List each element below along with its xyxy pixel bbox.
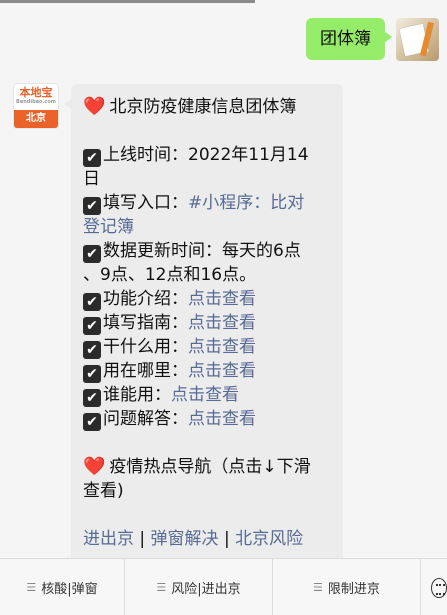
nav-title-cont: 查看) [83, 481, 124, 501]
checkbox-icon: ✔ [83, 197, 101, 215]
item-label: 填写指南： [103, 313, 188, 333]
menu-lines-icon: ☰ [156, 581, 167, 594]
nav-link-tanchuang[interactable]: 弹窗解决 [151, 529, 219, 549]
menu-item-risk[interactable]: ☰ 风险|进出京 [125, 559, 273, 615]
entry-link-cont[interactable]: 登记簿 [83, 215, 331, 239]
menu-lines-icon: ☰ [26, 581, 37, 594]
nav-link-risk[interactable]: 北京风险 [235, 529, 303, 549]
top-image-strip [0, 0, 255, 3]
avatar-brand-sub: Bendibao.com [16, 99, 56, 105]
nav-title: 疫情热点导航（点击↓下滑 [109, 457, 311, 477]
bot-avatar[interactable]: 本地宝 Bendibao.com 北京 [14, 84, 58, 128]
checkbox-icon: ✔ [83, 365, 101, 383]
menu-lines-icon: ☰ [313, 581, 323, 594]
bottom-menu-bar: ☰ 核酸|弹窗 ☰ 风险|进出京 ☰ 限制进京 [0, 558, 447, 615]
menu-item-hesuan[interactable]: ☰ 核酸|弹窗 [0, 559, 125, 615]
view-link[interactable]: 点击查看 [188, 337, 256, 357]
nav-link-jinchujing[interactable]: 进出京 [83, 529, 134, 549]
list-item: ✔ 问题解答：点击查看 [83, 407, 331, 431]
message-title: 北京防疫健康信息团体簿 [109, 97, 297, 117]
checkbox-icon: ✔ [83, 245, 101, 263]
view-link[interactable]: 点击查看 [188, 409, 256, 429]
keyboard-toggle[interactable] [421, 559, 447, 615]
heart-icon: ❤️ [83, 456, 106, 477]
list-item: ✔ 功能介绍：点击查看 [83, 287, 331, 311]
checkbox-icon: ✔ [83, 341, 101, 359]
item-label: 问题解答： [103, 409, 188, 429]
menu-label: 核酸|弹窗 [41, 582, 98, 597]
checkbox-icon: ✔ [83, 317, 101, 335]
item-label: 用在哪里： [103, 361, 188, 381]
checkbox-icon: ✔ [83, 389, 101, 407]
update-time-text-cont: 、9点、12点和16点。 [83, 265, 257, 285]
view-link[interactable]: 点击查看 [188, 313, 256, 333]
item-label: 谁能用： [103, 385, 171, 405]
avatar-brand-text: 本地宝 [19, 86, 53, 99]
view-link[interactable]: 点击查看 [188, 289, 256, 309]
avatar-city: 北京 [14, 110, 58, 128]
item-label: 功能介绍： [103, 289, 188, 309]
list-item: ✔ 用在哪里：点击查看 [83, 359, 331, 383]
view-link[interactable]: 点击查看 [188, 361, 256, 381]
menu-label: 风险|进出京 [171, 582, 241, 597]
entry-link[interactable]: #小程序：比对 [188, 193, 304, 213]
checkbox-icon: ✔ [83, 413, 101, 431]
incoming-message-bubble: ❤️ 北京防疫健康信息团体簿 ✔ 上线时间：2022年11月14 日 ✔ 填写入口：#… [64, 84, 343, 564]
entry-label: 填写入口： [103, 193, 188, 213]
list-item: ✔ 谁能用：点击查看 [83, 383, 331, 407]
outgoing-message-bubble[interactable]: 团体簿 [306, 18, 392, 60]
menu-item-restrict[interactable]: ☰ 限制进京 [273, 559, 421, 615]
item-label: 干什么用： [103, 337, 188, 357]
heart-icon: ❤️ [83, 96, 106, 117]
checkbox-icon: ✔ [83, 293, 101, 311]
view-link[interactable]: 点击查看 [171, 385, 239, 405]
keyboard-icon [431, 577, 447, 598]
list-item: ✔ 干什么用：点击查看 [83, 335, 331, 359]
outgoing-message-row: 团体簿 [306, 18, 439, 61]
update-time-text: 数据更新时间：每天的6点 [103, 241, 301, 261]
menu-label: 限制进京 [327, 582, 380, 597]
online-time-text: 上线时间：2022年11月14 [103, 145, 309, 165]
checkbox-icon: ✔ [83, 149, 101, 167]
online-time-text-cont: 日 [83, 169, 100, 189]
user-avatar[interactable] [396, 18, 439, 61]
list-item: ✔ 填写指南：点击查看 [83, 311, 331, 335]
